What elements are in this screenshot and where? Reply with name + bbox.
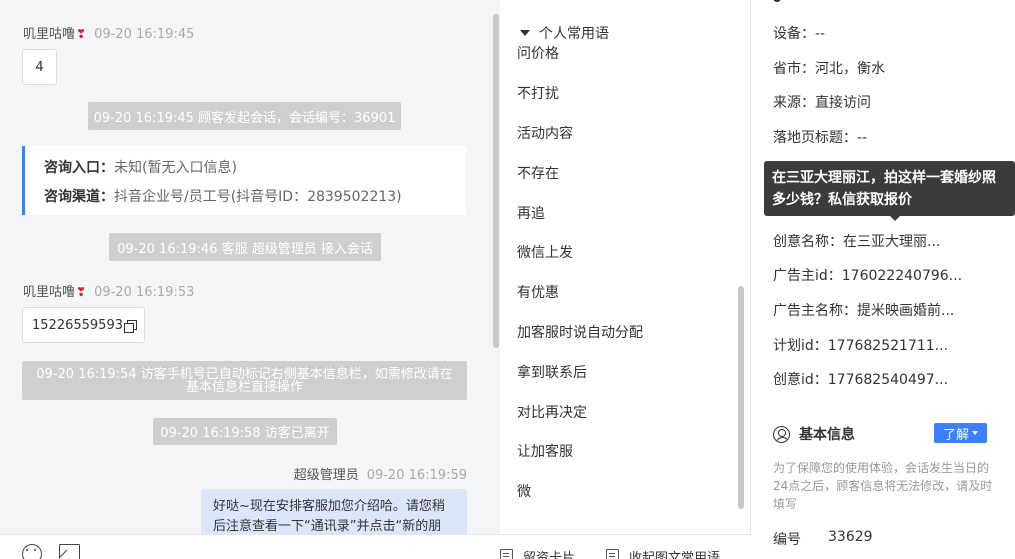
phrase-item[interactable]: 有优惠 (517, 282, 559, 302)
agent-message-bubble: 好哒~现在安排客服加您介绍哈。请您稍后注意查看一下“通讯录”并点击“新的朋友” (201, 489, 467, 534)
visitor-message-header: 叽里咕噜❣ 09-20 16:19:45 (23, 23, 194, 42)
image-upload-icon[interactable] (59, 544, 80, 559)
heart-icon: ❣ (76, 27, 87, 41)
message-time: 09-20 16:19:53 (94, 285, 195, 300)
message-text: 15226559593 (32, 317, 123, 333)
basic-info-title: 基本信息 (799, 427, 855, 443)
message-text: 好哒~现在安排客服加您介绍哈。请您稍后注意查看一下“通讯录”并点击“新的朋友” (213, 499, 445, 534)
copy-icon[interactable] (123, 319, 137, 333)
learn-more-button[interactable]: 了解 (934, 423, 987, 443)
system-message-session-start: 09-20 16:19:45 顾客发起会话，会话编号：36901 (88, 102, 401, 130)
phrase-item[interactable]: 再追 (517, 203, 545, 223)
phrase-item[interactable]: 活动内容 (517, 123, 573, 143)
visitor-message-header: 叽里咕噜❣ 09-20 16:19:53 (23, 281, 194, 300)
phrase-item[interactable]: 让加客服 (517, 441, 573, 461)
consult-channel-row: 咨询渠道：抖音企业号/员工号(抖音号ID：2839502213) (44, 186, 402, 206)
message-time: 09-20 16:19:59 (366, 468, 467, 483)
system-message-text: 09-20 16:19:45 顾客发起会话，会话编号：36901 (93, 110, 396, 126)
message-text: 4 (35, 59, 44, 75)
common-phrases-panel: 个人常用语 问价格不打扰活动内容不存在再追微信上发有优惠加客服时说自动分配 拿到联… (500, 0, 751, 534)
phrase-item[interactable]: 不存在 (517, 163, 559, 183)
edit-notice: 为了保障您的使用体验，会话发生当日的24点之后，顾客信息将无法修改，请及时填写 (773, 461, 993, 511)
leave-card-label: 留资卡片 (523, 551, 576, 559)
emoji-icon[interactable] (22, 544, 42, 559)
basic-info-header: 基本信息 (773, 424, 855, 444)
tooltip-arrow (890, 216, 900, 221)
system-message-phone-marked: 09-20 16:19:54 访客手机号已自动标记右侧基本信息栏，如需修改请在 … (22, 361, 467, 400)
info-row: 设备：-- (773, 26, 826, 42)
info-row: 广告主id：176022240796... (773, 268, 963, 284)
message-time: 09-20 16:19:45 (94, 27, 195, 42)
agent-message-header: 超级管理员 09-20 16:19:59 (294, 464, 467, 483)
consult-channel-label: 咨询渠道： (44, 189, 114, 205)
sender-name: 叽里咕噜 (23, 27, 76, 42)
consult-entrance-row: 咨询入口：未知(暂无入口信息) (44, 157, 237, 177)
card-icon (500, 549, 513, 559)
sender-name: 叽里咕噜 (23, 285, 76, 300)
system-message-text: 09-20 16:19:46 客服 超级管理员 接入会话 (117, 241, 373, 257)
info-row: 省市：河北，衡水 (773, 61, 885, 77)
phrase-item[interactable]: 问价格 (517, 43, 559, 63)
chat-panel[interactable]: 叽里咕噜❣ 09-20 16:19:45 4 09-20 16:19:45 顾客发… (0, 0, 500, 534)
phrase-item[interactable]: 不打扰 (517, 83, 559, 103)
collapse-phrases-label: 收起图文常用语 (629, 551, 721, 559)
info-row: 创意名称：在三亚大理丽... (773, 234, 941, 250)
creative-name-tooltip: 在三亚大理丽江，拍这样一套婚纱照多少钱？私信获取报价 (764, 161, 1015, 216)
phrase-scrollbar[interactable] (738, 286, 744, 509)
sender-name: 超级管理员 (293, 468, 359, 483)
visitor-info-panel: 设备：--省市：河北，衡水来源：直接访问落地页标题：--落地页地址：计划名称：t… (752, 0, 1015, 559)
input-toolbar: 留资卡片 收起图文常用语 (0, 534, 752, 559)
consult-entrance-label: 咨询入口： (44, 160, 114, 176)
consult-entry-card: 咨询入口：未知(暂无入口信息) 咨询渠道：抖音企业号/员工号(抖音号ID：283… (22, 146, 466, 215)
serial-value: 33629 (828, 529, 873, 545)
user-circle-icon (773, 425, 790, 443)
consult-channel-value: 抖音企业号/员工号(抖音号ID：2839502213) (114, 189, 402, 205)
info-row: 计划id：177682521711... (773, 338, 949, 354)
chat-scrollbar[interactable] (493, 14, 499, 348)
info-row: 来源：直接访问 (773, 95, 871, 111)
system-message-text: 09-20 16:19:58 访客已离开 (160, 426, 330, 441)
system-message-line-1: 09-20 16:19:54 访客手机号已自动标记右侧基本信息栏，如需修改请在 (36, 366, 453, 382)
partial-icon (773, 0, 781, 2)
visitor-message-bubble: 4 (22, 49, 57, 85)
caret-down-icon (972, 431, 978, 435)
info-row: 广告主名称：提米映画婚前... (773, 303, 955, 319)
serial-label: 编号 (773, 532, 801, 548)
info-row: 创意id：177682540497... (773, 372, 949, 388)
collapse-phrases-button[interactable]: 收起图文常用语 (606, 547, 720, 559)
visitor-phone-bubble[interactable]: 15226559593 (22, 307, 145, 343)
consult-entrance-value: 未知(暂无入口信息) (114, 160, 237, 176)
phrases-icon (606, 549, 619, 559)
phrase-item[interactable]: 微信上发 (517, 242, 573, 262)
system-message-agent-join: 09-20 16:19:46 客服 超级管理员 接入会话 (109, 233, 381, 261)
learn-more-label: 了解 (942, 427, 969, 443)
system-message-visitor-left: 09-20 16:19:58 访客已离开 (153, 418, 337, 445)
phrase-item[interactable]: 对比再决定 (517, 402, 587, 422)
phrase-group-title: 个人常用语 (539, 26, 609, 42)
system-message-line-2: 基本信息栏直接操作 (185, 379, 303, 395)
phrase-item[interactable]: 拿到联系后 (517, 362, 587, 382)
caret-down-icon (520, 30, 530, 36)
heart-icon: ❣ (76, 285, 87, 299)
phrase-item[interactable]: 加客服时说自动分配 (517, 322, 643, 342)
phrase-group-header[interactable]: 个人常用语 (520, 23, 609, 43)
leave-card-button[interactable]: 留资卡片 (500, 547, 575, 559)
info-row: 落地页标题：-- (773, 130, 868, 146)
phrase-item[interactable]: 微 (517, 481, 531, 501)
